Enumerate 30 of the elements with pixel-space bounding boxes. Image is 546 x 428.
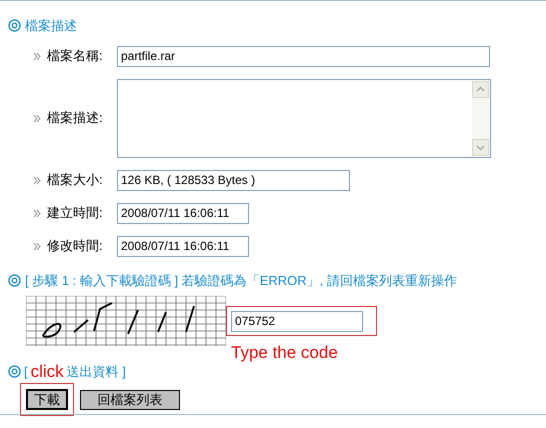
double-chevron-icon <box>33 208 41 218</box>
field-label: 建立時間: <box>47 204 104 222</box>
step-heading: 送出資料 ] <box>66 362 126 381</box>
code-field[interactable]: 075752 <box>231 310 363 332</box>
back-to-list-button[interactable]: 回檔案列表 <box>80 390 180 410</box>
step-heading: [ 步驟 1 : 輸入下載驗證碼 ] 若驗證碼為「ERROR」, 請回檔案列表重新操作 <box>25 272 457 290</box>
step-heading-bracket: [ <box>24 362 28 381</box>
scroll-up-icon[interactable] <box>472 80 489 98</box>
scrollbar[interactable] <box>472 80 489 156</box>
text-field[interactable]: partfile.rar <box>117 46 490 66</box>
circle-bullet-icon <box>8 364 21 378</box>
section-title: 檔案描述 <box>25 17 77 35</box>
field-label: 修改時間: <box>47 237 104 256</box>
field-label: 檔案大小: <box>47 171 104 190</box>
circle-bullet-icon <box>8 19 21 32</box>
text-area[interactable] <box>117 78 491 158</box>
field-label: 檔案描述: <box>47 109 104 128</box>
field-label: 檔案名稱: <box>47 47 104 66</box>
text-field[interactable]: 2008/07/11 16:06:11 <box>117 202 249 224</box>
double-chevron-icon <box>33 52 41 60</box>
double-chevron-icon <box>33 114 41 122</box>
text-field[interactable]: 126 KB, ( 128533 Bytes ) <box>117 170 350 190</box>
scroll-down-icon[interactable] <box>472 138 489 156</box>
double-chevron-icon <box>33 176 41 184</box>
annotation-text: Type the code <box>231 342 339 364</box>
download-button[interactable]: 下載 <box>26 389 68 410</box>
double-chevron-icon <box>33 242 41 250</box>
circle-bullet-icon <box>8 274 21 287</box>
annotation-text: click <box>30 362 64 380</box>
text-field[interactable]: 2008/07/11 16:06:11 <box>117 236 249 256</box>
